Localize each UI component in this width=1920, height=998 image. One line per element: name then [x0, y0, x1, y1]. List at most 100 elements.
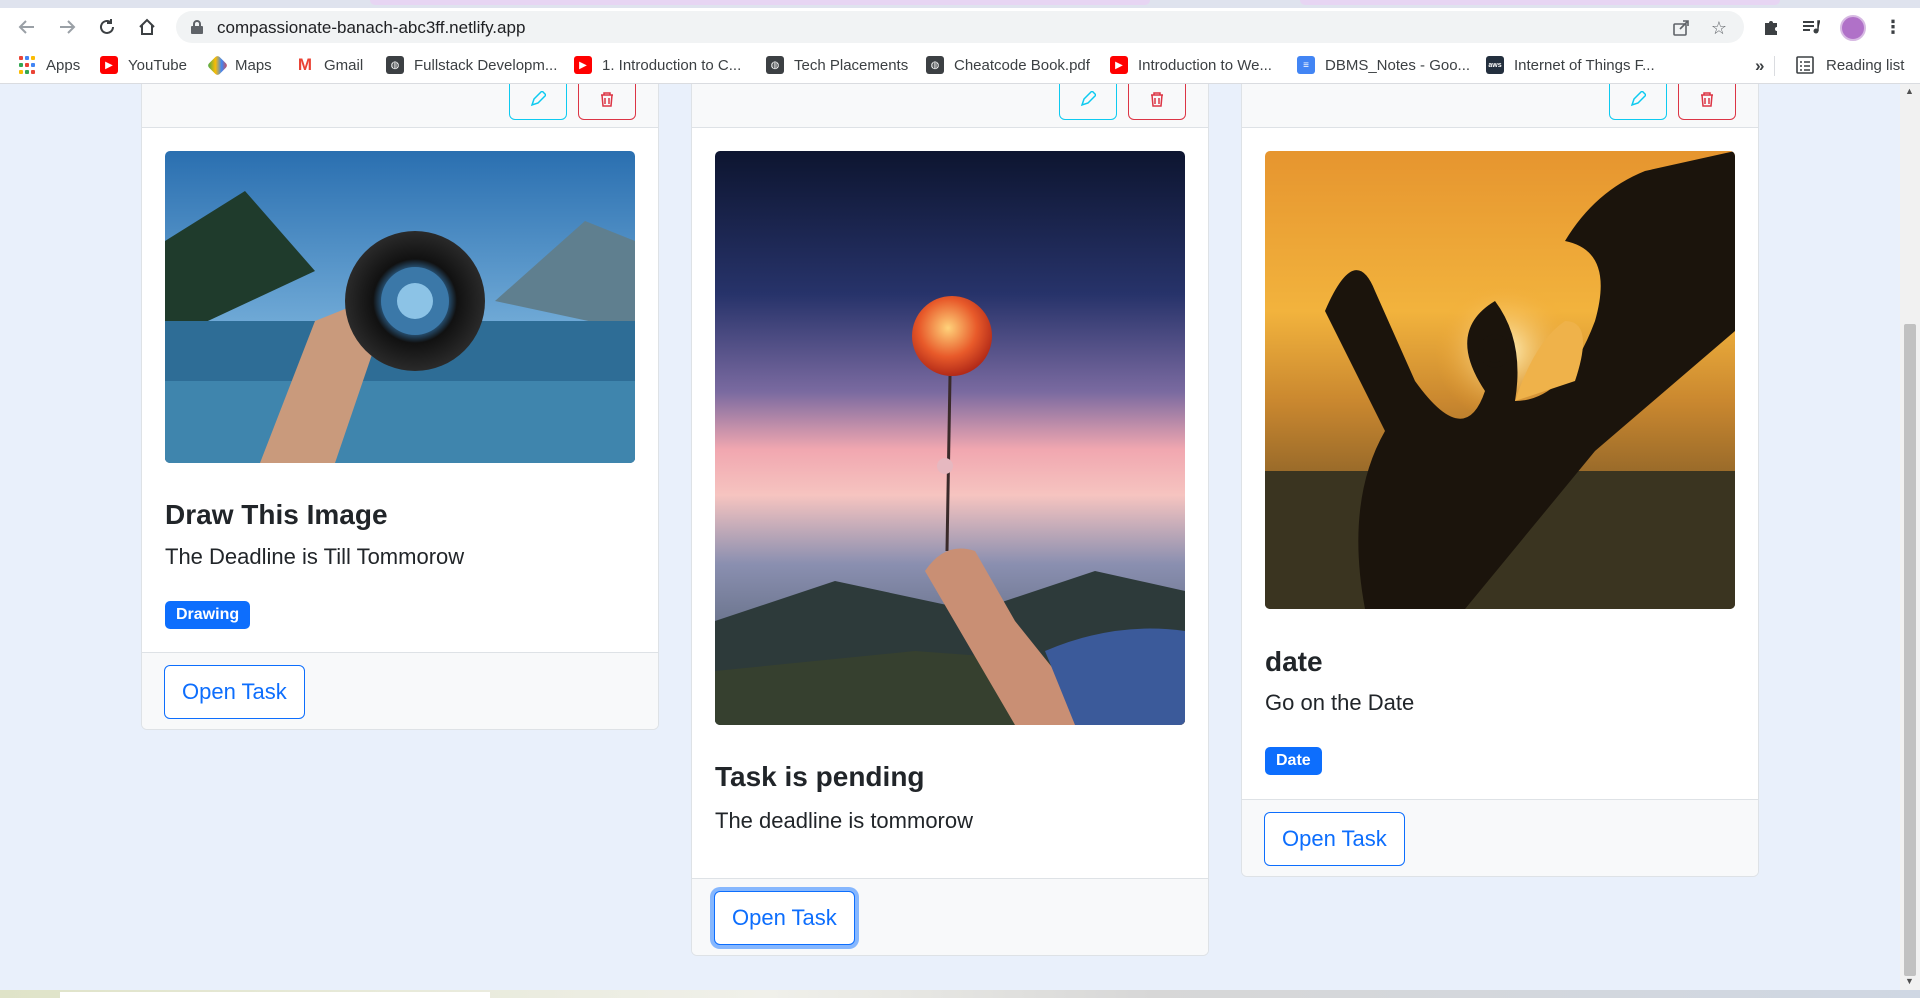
bookmark-star-button[interactable]: ☆ [1706, 15, 1732, 41]
task-description: The Deadline is Till Tommorow [165, 544, 465, 569]
scroll-down-arrow-icon[interactable]: ▼ [1905, 976, 1914, 986]
card-header [692, 84, 1208, 128]
bookmark-label: Internet of Things F... [1514, 56, 1655, 74]
trash-icon [601, 92, 613, 107]
reload-icon [100, 19, 114, 34]
task-card: Draw This Image The Deadline is Till Tom… [141, 84, 659, 730]
bookmarks-bar: Apps ▶ YouTube Maps M Gmail ◍ Fullstack … [0, 46, 1920, 84]
scroll-up-arrow-icon[interactable]: ▲ [1905, 86, 1914, 96]
reading-list-button[interactable]: Reading list [1796, 55, 1904, 75]
globe-icon: ◍ [386, 56, 404, 74]
card-footer: Open Task [1242, 799, 1758, 876]
google-docs-icon: ≡ [1297, 56, 1315, 74]
puzzle-icon [1765, 21, 1777, 35]
task-card: Task is pending The deadline is tommorow… [691, 84, 1209, 956]
bookmark-label: Tech Placements [794, 56, 909, 74]
delete-task-button[interactable] [578, 84, 636, 120]
bookmark-cheatcode[interactable]: ◍ Cheatcode Book.pdf [926, 55, 1090, 75]
trash-icon [1701, 92, 1713, 107]
bookmark-iot[interactable]: aws Internet of Things F... [1486, 55, 1655, 75]
star-icon: ☆ [1710, 17, 1728, 38]
home-icon [139, 18, 155, 35]
page-scrollbar[interactable]: ▲ ▼ [1900, 84, 1920, 990]
task-image-moon-flower [715, 151, 1185, 725]
browser-toolbar: compassionate-banach-abc3ff.netlify.app … [0, 8, 1920, 46]
bookmark-label: Introduction to We... [1138, 56, 1272, 74]
bookmark-apps[interactable]: Apps [18, 55, 80, 75]
open-task-button[interactable]: Open Task [1264, 812, 1405, 866]
aws-icon: aws [1486, 56, 1504, 74]
pencil-icon [530, 91, 546, 107]
open-task-button[interactable]: Open Task [714, 891, 855, 945]
profile-avatar[interactable] [1840, 15, 1866, 41]
task-description: Go on the Date [1265, 690, 1415, 715]
tab-edge[interactable] [1300, 0, 1780, 5]
edit-task-button[interactable] [509, 84, 567, 120]
bookmark-introduction-web[interactable]: ▶ Introduction to We... [1110, 55, 1272, 75]
reload-button[interactable] [92, 12, 122, 42]
apps-grid-icon [18, 56, 36, 74]
more-bookmarks-chevron[interactable]: » [1755, 56, 1764, 76]
bookmark-label: Gmail [324, 56, 364, 74]
bookmark-label: Cheatcode Book.pdf [954, 56, 1090, 74]
media-control-button[interactable] [1797, 13, 1825, 41]
youtube-icon: ▶ [574, 56, 592, 74]
task-title: Task is pending [715, 761, 925, 792]
trash-icon [1151, 92, 1163, 107]
bookmark-youtube[interactable]: ▶ YouTube [100, 55, 187, 75]
reading-list-label: Reading list [1826, 56, 1905, 74]
address-bar[interactable]: compassionate-banach-abc3ff.netlify.app … [176, 11, 1744, 43]
maps-icon [206, 54, 229, 76]
card-footer: Open Task [692, 878, 1208, 955]
task-card: date Go on the Date Date Open Task [1241, 84, 1759, 877]
pencil-icon [1630, 91, 1646, 107]
pencil-icon [1080, 91, 1096, 107]
forward-button[interactable] [52, 12, 82, 42]
lock-icon [191, 20, 203, 34]
task-title: date [1265, 646, 1323, 677]
bookmark-label: Maps [235, 56, 272, 74]
extensions-button[interactable] [1757, 13, 1785, 41]
kebab-menu-icon: ⋮ [1884, 16, 1902, 37]
task-board-page: Draw This Image The Deadline is Till Tom… [0, 84, 1900, 990]
bookmark-dbms-notes[interactable]: ≡ DBMS_Notes - Goo... [1297, 55, 1470, 75]
forward-arrow-icon [60, 20, 76, 34]
share-icon [1673, 20, 1689, 36]
bookmark-separator [1774, 56, 1775, 76]
reading-list-icon [1796, 56, 1814, 74]
edit-task-button[interactable] [1059, 84, 1117, 120]
home-button[interactable] [132, 12, 162, 42]
delete-task-button[interactable] [1678, 84, 1736, 120]
back-arrow-icon [18, 20, 34, 34]
bookmark-label: DBMS_Notes - Goo... [1325, 56, 1471, 74]
youtube-icon: ▶ [1110, 56, 1128, 74]
task-category-badge: Date [1265, 747, 1322, 775]
taskbar-highlight [60, 992, 490, 998]
bookmark-label: 1. Introduction to C... [602, 56, 742, 74]
bookmark-introduction-c[interactable]: ▶ 1. Introduction to C... [574, 55, 741, 75]
scrollbar-thumb[interactable] [1904, 324, 1916, 976]
edit-task-button[interactable] [1609, 84, 1667, 120]
card-header [142, 84, 658, 128]
delete-task-button[interactable] [1128, 84, 1186, 120]
task-image-lens-lake [165, 151, 635, 463]
bookmark-gmail[interactable]: M Gmail [296, 55, 363, 75]
globe-icon: ◍ [926, 56, 944, 74]
chrome-menu-button[interactable]: ⋮ [1879, 13, 1907, 41]
card-footer: Open Task [142, 652, 658, 729]
back-button[interactable] [12, 12, 42, 42]
task-category-badge: Drawing [165, 601, 251, 629]
share-button[interactable] [1668, 15, 1694, 41]
active-tab-edge[interactable] [370, 0, 1150, 5]
tab-strip [0, 0, 1920, 8]
open-task-button[interactable]: Open Task [164, 665, 305, 719]
bookmark-fullstack[interactable]: ◍ Fullstack Developm... [386, 55, 557, 75]
bookmark-label: Fullstack Developm... [414, 56, 558, 74]
globe-icon: ◍ [766, 56, 784, 74]
url-text[interactable]: compassionate-banach-abc3ff.netlify.app [217, 18, 525, 38]
bookmark-tech-placements[interactable]: ◍ Tech Placements [766, 55, 908, 75]
bookmark-label: Apps [46, 56, 81, 74]
taskbar-edge [0, 990, 1920, 998]
bookmark-label: YouTube [128, 56, 187, 74]
bookmark-maps[interactable]: Maps [206, 54, 272, 76]
